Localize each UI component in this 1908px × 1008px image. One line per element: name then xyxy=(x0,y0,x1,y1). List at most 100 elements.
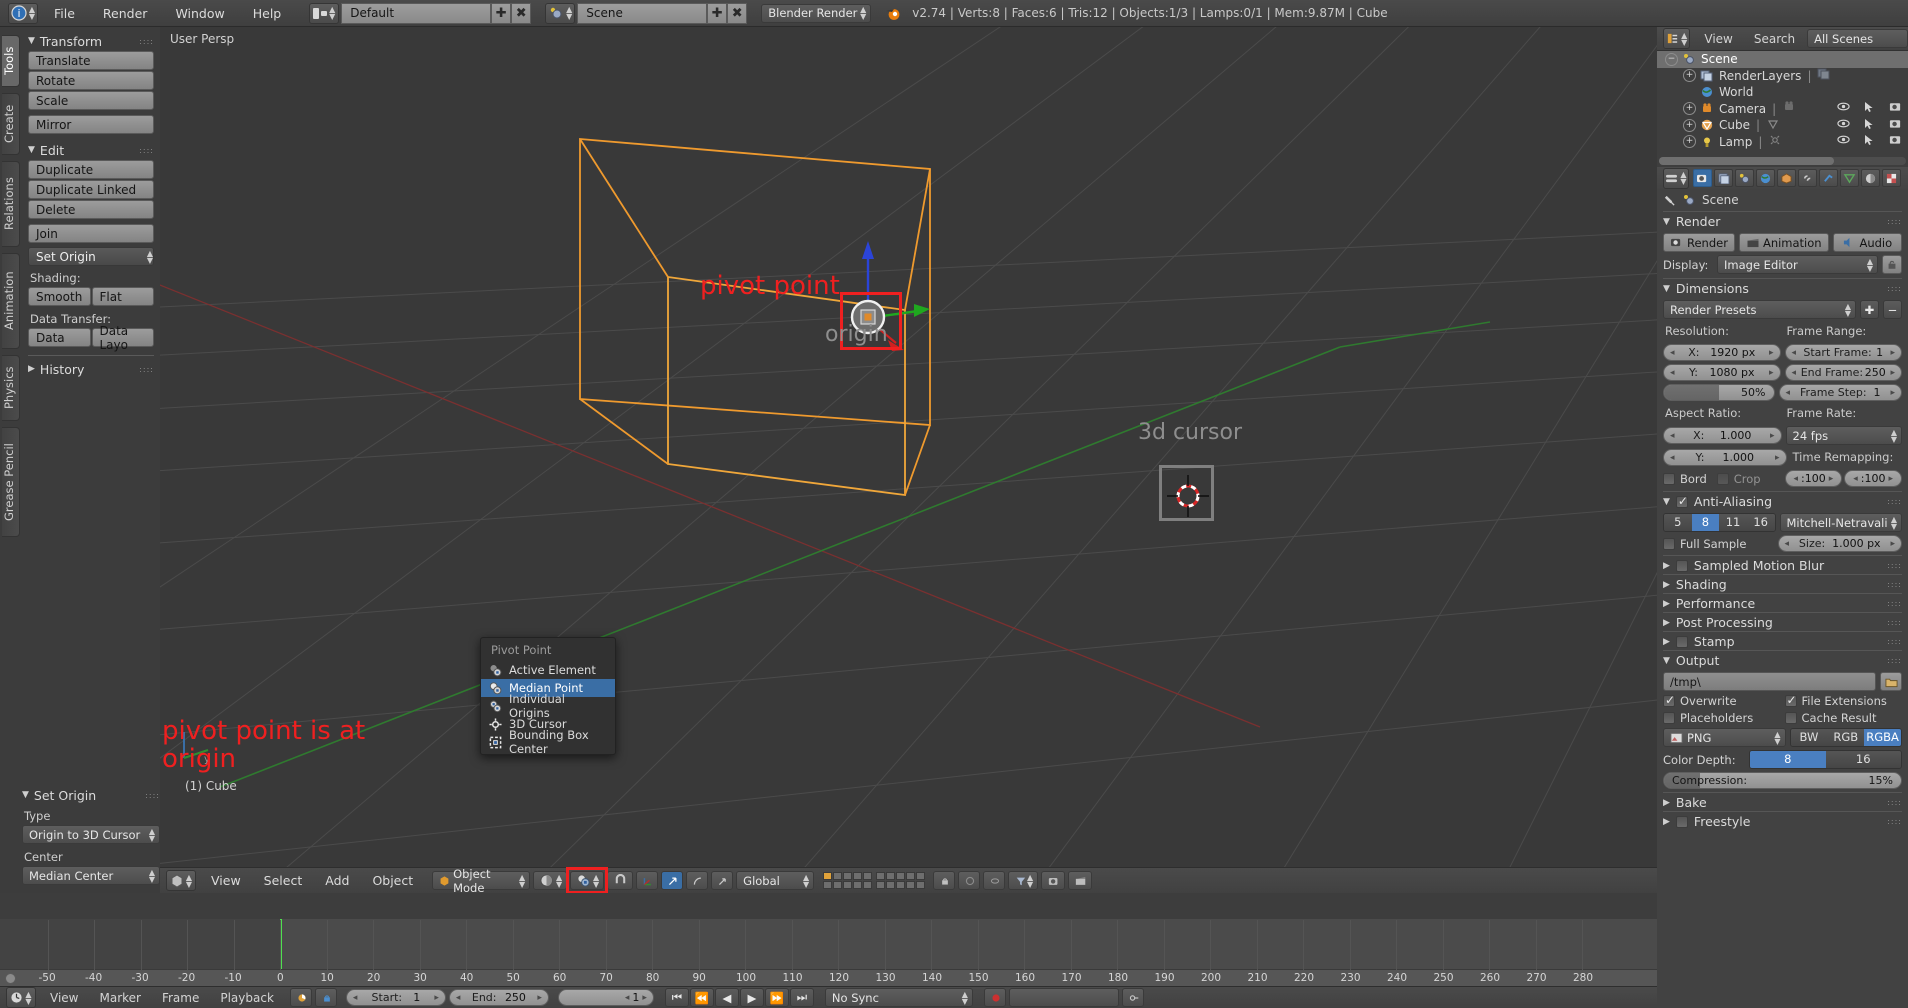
manipulator-toggle-button[interactable] xyxy=(636,871,659,890)
pivot-item-individual-origins[interactable]: Individual Origins xyxy=(481,692,615,720)
outliner-data-icon[interactable] xyxy=(1766,118,1780,133)
outliner-hscrollbar[interactable] xyxy=(1659,157,1906,165)
checkbox-icon[interactable] xyxy=(1784,693,1797,707)
selectability-cursor-icon[interactable] xyxy=(1864,134,1875,149)
sampled-motion-blur-panel-header[interactable]: ▶ Sampled Motion Blur:::: xyxy=(1663,555,1902,574)
collapse-icon[interactable]: − xyxy=(1665,52,1678,66)
data-button[interactable]: Data xyxy=(28,328,91,347)
transform-panel-header[interactable]: ▼ Transform :::: xyxy=(28,31,154,51)
center-dropdown[interactable]: Median Center ▲ ▼ xyxy=(22,866,160,885)
set-origin-button[interactable]: Set Origin ▲ ▼ xyxy=(28,247,154,266)
timeline-menu-frame[interactable]: Frame xyxy=(153,991,208,1005)
outliner-row-cube[interactable]: + Cube | xyxy=(1657,117,1908,134)
time-remap-new-field[interactable]: :100 xyxy=(1844,470,1902,487)
channel-rgba[interactable]: RGBA xyxy=(1864,729,1901,746)
timeline-menu-view[interactable]: View xyxy=(41,991,87,1005)
current-frame-field[interactable]: 1 xyxy=(557,989,654,1006)
sync-mode-dropdown[interactable]: No Sync ▲ ▼ xyxy=(824,988,973,1007)
keying-set-field[interactable] xyxy=(1008,988,1119,1007)
vp-menu-add[interactable]: Add xyxy=(315,873,359,888)
scene-selector[interactable]: ▲ ▼ Scene ✚ ✖ xyxy=(543,2,748,24)
tool-tab-relations[interactable]: Relations xyxy=(2,161,20,247)
expand-icon[interactable]: + xyxy=(1683,135,1696,149)
3d-viewport[interactable]: User Persp (1) Cube y pivot point origin… xyxy=(160,27,1657,893)
compression-slider[interactable]: Compression: 15% xyxy=(1663,772,1902,789)
file-format-dropdown[interactable]: PNG ▲ ▼ xyxy=(1663,728,1786,747)
aa-samples-toggle[interactable]: 5 8 11 16 xyxy=(1663,513,1776,532)
color-depth-toggle[interactable]: 8 16 xyxy=(1749,750,1902,769)
tool-tab-grease-pencil[interactable]: Grease Pencil xyxy=(2,427,20,537)
translate-button[interactable]: Translate xyxy=(28,51,154,70)
outliner-editor-type-icon[interactable]: ▲ ▼ xyxy=(1663,28,1691,49)
set-origin-operator-header[interactable]: ▼ Set Origin :::: xyxy=(22,785,160,805)
aa-sample-11[interactable]: 11 xyxy=(1719,514,1747,531)
renderability-camera-icon[interactable] xyxy=(1889,134,1902,149)
outliner-toggles[interactable] xyxy=(1837,101,1902,116)
scene-name[interactable]: Scene xyxy=(577,2,708,24)
screen-layout-selector[interactable]: ▲ ▼ Default ✚ ✖ xyxy=(307,2,532,24)
tab-scene[interactable] xyxy=(1735,169,1754,187)
timeline-end-field[interactable]: End: 250 xyxy=(448,989,549,1006)
resolution-x-field[interactable]: X: 1920 px xyxy=(1663,344,1781,361)
proportional-edit-button[interactable] xyxy=(983,871,1006,890)
checkbox-icon[interactable] xyxy=(1716,472,1729,485)
outliner-menu-search[interactable]: Search xyxy=(1745,32,1804,46)
timeline-ruler[interactable]: -50 -40 -30 -20 -10 0 10 20 30 40 50 60 70 80 90 100 110… xyxy=(0,920,1657,986)
expand-icon[interactable]: + xyxy=(1683,102,1696,116)
scale-manipulator-button[interactable] xyxy=(711,871,734,890)
output-path-field[interactable]: /tmp\ xyxy=(1663,672,1876,691)
tool-tab-physics[interactable]: Physics xyxy=(2,355,20,421)
time-remap-old-field[interactable]: :100 xyxy=(1784,470,1843,487)
end-frame-field[interactable]: End Frame: 250 xyxy=(1784,364,1902,381)
channel-bw[interactable]: BW xyxy=(1790,729,1828,746)
placeholders-toggle[interactable]: Placeholders xyxy=(1663,711,1781,725)
depth-8[interactable]: 8 xyxy=(1750,751,1826,768)
data-layout-button[interactable]: Data Layo xyxy=(91,324,154,352)
outliner-row-world[interactable]: World xyxy=(1657,84,1908,101)
info-editor-icon[interactable]: i ▲ ▼ xyxy=(8,2,38,24)
render-presets-dropdown[interactable]: Render Presets ▲ ▼ xyxy=(1663,300,1856,319)
render-engine-selector[interactable]: Blender Render ▲ ▼ xyxy=(761,3,872,23)
menu-window[interactable]: Window xyxy=(161,0,238,27)
checkbox-icon[interactable] xyxy=(1675,815,1688,828)
rotate-button[interactable]: Rotate xyxy=(28,71,154,90)
selectability-cursor-icon[interactable] xyxy=(1864,118,1875,133)
outliner-row-lamp[interactable]: + Lamp | xyxy=(1657,134,1908,151)
timeline-scroll-handle[interactable] xyxy=(5,973,16,984)
tab-constraints[interactable] xyxy=(1798,169,1817,187)
transform-orientation-dropdown[interactable]: Global ▲ ▼ xyxy=(736,871,815,890)
aspect-x-field[interactable]: X: 1.000 xyxy=(1663,427,1782,444)
vp-menu-select[interactable]: Select xyxy=(254,873,313,888)
rotate-manipulator-button[interactable] xyxy=(686,871,709,890)
checkbox-icon[interactable] xyxy=(1663,472,1675,485)
menu-file[interactable]: File xyxy=(40,0,89,27)
timeline-track[interactable] xyxy=(0,919,1657,969)
pivot-point-selector-wrapper[interactable]: ▲ ▼ xyxy=(566,867,609,893)
edit-panel-header[interactable]: ▼ Edit :::: xyxy=(28,140,154,160)
timeline-start-field[interactable]: Start: 1 xyxy=(345,989,446,1006)
frame-rate-dropdown[interactable]: 24 fps ▲ ▼ xyxy=(1785,426,1902,445)
remove-preset-button[interactable]: − xyxy=(1883,300,1902,319)
render-panel-header[interactable]: ▼ Render :::: xyxy=(1663,211,1902,230)
color-channels-toggle[interactable]: BW RGB RGBA xyxy=(1789,728,1902,747)
interaction-mode-dropdown[interactable]: Object Mode ▲ ▼ xyxy=(432,867,531,893)
checkbox-icon[interactable] xyxy=(1675,635,1688,648)
checkbox-icon[interactable] xyxy=(1663,712,1675,724)
editor-type-icon[interactable]: ▲ ▼ xyxy=(166,870,196,891)
crop-toggle[interactable]: Crop xyxy=(1716,472,1761,486)
aa-filter-dropdown[interactable]: Mitchell-Netravali ▲ ▼ xyxy=(1779,513,1902,532)
play-reverse-button[interactable]: ◀ xyxy=(714,988,739,1007)
display-lock-button[interactable] xyxy=(1882,255,1902,274)
outliner-menu-view[interactable]: View xyxy=(1695,32,1741,46)
visibility-eye-icon[interactable] xyxy=(1837,118,1850,133)
origin-type-dropdown[interactable]: Origin to 3D Cursor ▲ ▼ xyxy=(22,825,160,844)
selectability-cursor-icon[interactable] xyxy=(1864,101,1875,116)
cache-result-toggle[interactable]: Cache Result xyxy=(1784,711,1903,725)
keyframe-lock-button[interactable] xyxy=(314,988,337,1007)
render-button-header[interactable] xyxy=(1041,871,1066,890)
visibility-eye-icon[interactable] xyxy=(1837,101,1850,116)
next-keyframe-button[interactable]: ⏩ xyxy=(764,988,789,1007)
outliner-data-icon[interactable] xyxy=(1782,101,1796,116)
shade-smooth-button[interactable]: Smooth xyxy=(28,287,91,306)
render-preview-button[interactable] xyxy=(958,871,981,890)
